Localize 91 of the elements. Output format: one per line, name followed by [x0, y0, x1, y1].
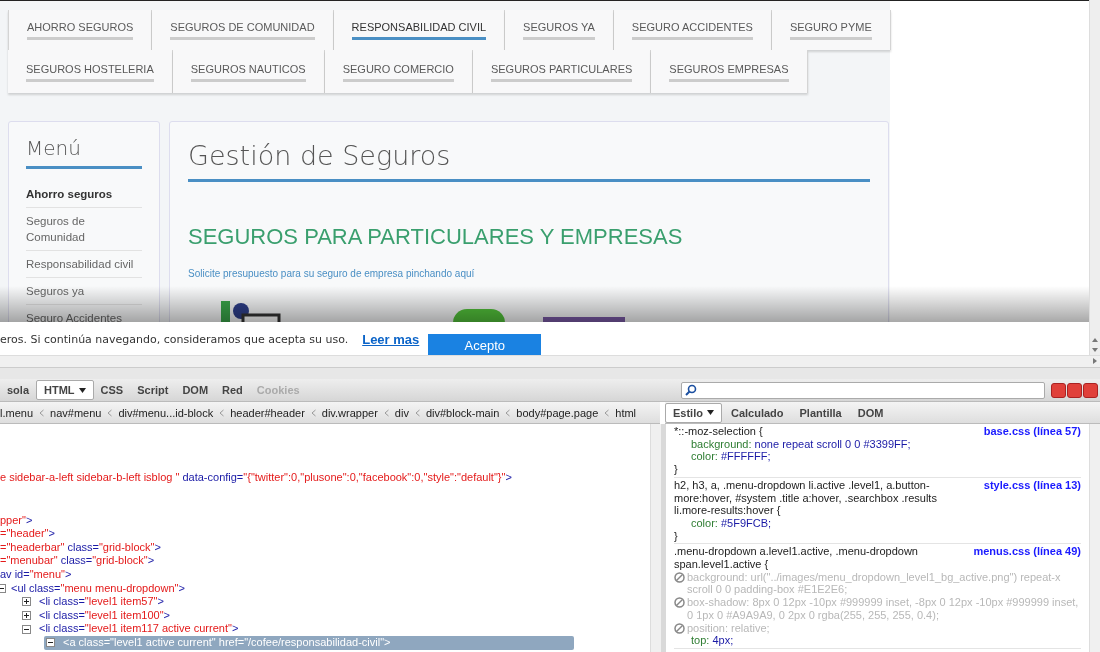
chevron-icon	[107, 408, 113, 417]
css-property[interactable]: top: 4px;	[691, 634, 734, 647]
search-field[interactable]	[681, 381, 1045, 399]
accept-button[interactable]: Acepto	[428, 334, 542, 355]
section-heading: SEGUROS PARA PARTICULARES Y EMPRESAS	[188, 224, 684, 250]
nav-tab[interactable]: SEGUROS HOSTELERIA	[8, 50, 173, 93]
css-property[interactable]: color: #FFFFFF;	[691, 450, 771, 463]
breadcrumb-item[interactable]: div#menu...id-block	[118, 406, 214, 419]
css-property[interactable]: background: none repeat scroll 0 0 #3399FF;	[691, 437, 911, 450]
read-more-link[interactable]: Leer mas	[362, 331, 420, 347]
code-line[interactable]: e sidebar-a-left sidebar-b-left isblog " data-config="{"twitter":0,"plusone":0,"facebook":0,"style":"default"}">	[0, 471, 650, 485]
css-selector: h2, h3, a, .menu-dropdown li.active .level1, a.button-more:hover, #system .title a:hover, .searchbox .results li.more-results:hover {	[674, 478, 938, 517]
side-tab[interactable]: Estilo	[665, 402, 722, 423]
nav-tab[interactable]: SEGURO ACCIDENTES	[613, 10, 772, 50]
side-tab[interactable]: DOM	[850, 403, 891, 422]
detach-button[interactable]	[1067, 382, 1082, 398]
code-line[interactable]: ="headerbar" class="grid-block">	[0, 540, 650, 555]
devtools-tab[interactable]: sola	[0, 381, 36, 399]
brace: }	[674, 529, 679, 543]
breadcrumb-item[interactable]: l.menu	[0, 406, 34, 419]
nav-tab[interactable]: SEGUROS EMPRESAS	[651, 50, 808, 93]
code-line[interactable]: av id="menu">	[0, 567, 650, 582]
scrollbar[interactable]	[650, 424, 661, 652]
scrollbar[interactable]	[0, 355, 1100, 367]
code-line[interactable]: <ul class="menu menu-dropdown">	[0, 581, 650, 596]
devtools-tab[interactable]: Red	[215, 381, 250, 399]
nav-tab[interactable]: SEGUROS PARTICULARES	[472, 50, 652, 93]
nav-tab[interactable]: SEGUROS DE COMUNIDAD	[152, 10, 334, 50]
code-line[interactable]: <li class="level1 item100">	[22, 608, 650, 623]
breadcrumb-item[interactable]: nav#menu	[50, 406, 102, 419]
breadcrumb-item[interactable]: header#header	[230, 406, 305, 419]
page-title: Gestión de Seguros	[188, 140, 870, 182]
source-link[interactable]: base.css (línea 57)	[983, 425, 1081, 438]
chevron-icon	[604, 408, 610, 417]
breadcrumb-item[interactable]: body#page.page	[516, 406, 599, 419]
nav-tab[interactable]: SEGUROS NAUTICOS	[172, 50, 325, 93]
chevron-icon	[219, 408, 225, 417]
side-tab[interactable]: Plantilla	[792, 403, 849, 422]
chevron-icon	[383, 408, 389, 417]
css-property[interactable]: color: #5F9FCB;	[691, 516, 772, 529]
nav-tab[interactable]: SEGUROS YA	[505, 10, 614, 50]
chevron-icon	[39, 408, 45, 417]
nav-tab[interactable]: SEGURO COMERCIO	[324, 50, 473, 93]
nav-tab[interactable]: AHORRO SEGUROS	[8, 10, 153, 50]
expand-icon[interactable]	[22, 597, 31, 607]
cookie-message: eros. Si continúa navegando, consideramos que acepta su uso.	[0, 332, 349, 346]
minimize-button[interactable]	[1051, 382, 1066, 398]
code-line[interactable]: <li class="level1 item117 active current">	[22, 622, 650, 636]
sidebar-item[interactable]: Seguros ya	[26, 278, 142, 305]
devtools-tab[interactable]: CSS	[93, 381, 131, 399]
search-icon	[685, 384, 697, 396]
caret-icon	[706, 410, 714, 415]
close-button[interactable]	[1083, 382, 1098, 398]
disabled-icon	[674, 597, 685, 609]
sidebar-item[interactable]: Ahorro seguros	[26, 181, 142, 208]
code-line[interactable]: <li class="level1 item57">	[22, 595, 650, 609]
quote-link[interactable]: Solicite presupuesto para su seguro de empresa pinchando aquí	[188, 268, 870, 279]
breadcrumb-item[interactable]: div#block-main	[425, 406, 500, 419]
sidebar-item[interactable]: Seguros de Comunidad	[26, 208, 142, 251]
nav-tab[interactable]: RESPONSABILIDAD CIVIL	[333, 10, 506, 50]
chevron-icon	[414, 408, 420, 417]
collapse-icon[interactable]	[22, 624, 31, 634]
code-line[interactable]: pper">	[0, 513, 650, 528]
disabled-icon	[674, 622, 685, 634]
css-selector: *::-moz-selection {	[674, 425, 764, 438]
source-link[interactable]: style.css (línea 13)	[983, 478, 1081, 517]
breadcrumb-item[interactable]: div.wrapper	[321, 406, 378, 419]
brace: }	[674, 463, 679, 476]
side-tab[interactable]: Calculado	[723, 403, 791, 422]
scrollbar[interactable]	[1089, 424, 1100, 652]
chevron-icon	[310, 408, 316, 417]
css-selector: .menu-dropdown a.level1.active, .menu-dropdown span.level1.active {	[674, 545, 919, 571]
chevron-icon	[505, 408, 511, 417]
sidebar-title: Menú	[26, 136, 142, 169]
code-line[interactable]: ="menubar" class="grid-block">	[0, 554, 650, 568]
expand-icon[interactable]	[22, 611, 31, 621]
source-link[interactable]: menus.css (línea 49)	[973, 545, 1081, 571]
disabled-icon	[674, 571, 685, 583]
sidebar-item[interactable]: Responsabilidad civil	[26, 251, 142, 278]
breadcrumb-item[interactable]: html	[615, 406, 637, 419]
splitter-handle[interactable]	[0, 367, 1100, 379]
caret-icon	[78, 387, 86, 393]
collapse-icon[interactable]	[46, 638, 55, 648]
devtools-tab[interactable]: Script	[130, 381, 176, 399]
devtools-tab[interactable]: HTML	[36, 380, 94, 400]
code-line[interactable]: ="header">	[0, 527, 650, 541]
breadcrumb-item[interactable]: div	[394, 406, 409, 419]
nav-tab[interactable]: SEGURO PYME	[771, 10, 891, 50]
collapse-icon[interactable]	[0, 583, 6, 593]
devtools-tab[interactable]: DOM	[175, 381, 216, 399]
scrollbar[interactable]	[1089, 0, 1100, 355]
